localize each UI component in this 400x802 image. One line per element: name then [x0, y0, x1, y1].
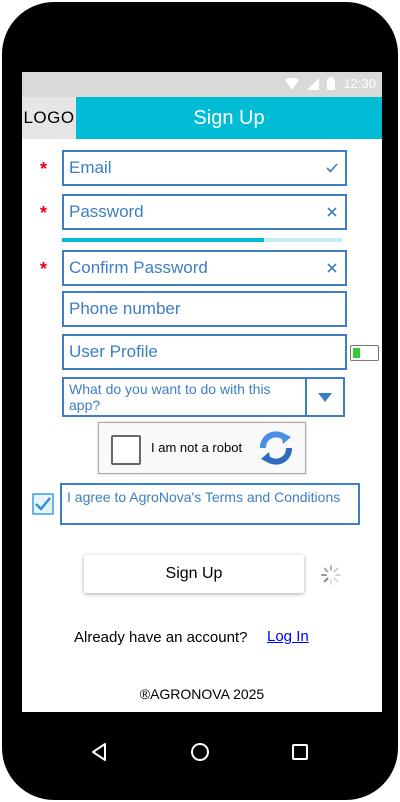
log-in-link[interactable]: Log In [267, 628, 309, 645]
phone-frame: 12:30 LOGO Sign Up * Email * Password * [2, 2, 398, 800]
password-placeholder: Password [69, 202, 144, 221]
user-profile-placeholder: User Profile [69, 342, 158, 361]
user-profile-toggle[interactable] [350, 345, 379, 361]
clear-icon[interactable] [319, 204, 345, 221]
checkbox-checked-icon [32, 493, 54, 515]
required-marker: * [40, 259, 48, 279]
email-placeholder: Email [69, 158, 112, 177]
email-field[interactable]: Email [62, 150, 347, 186]
status-bar: 12:30 [22, 72, 382, 97]
required-marker: * [40, 203, 48, 223]
password-strength-fill [62, 238, 264, 242]
app-bar: LOGO Sign Up [22, 97, 382, 139]
home-icon[interactable] [190, 742, 210, 762]
sign-up-button[interactable]: Sign Up [84, 555, 304, 593]
toggle-knob [353, 348, 360, 358]
confirm-password-placeholder: Confirm Password [69, 258, 208, 277]
terms-checkbox[interactable] [32, 493, 54, 515]
loading-spinner-icon [321, 565, 341, 585]
back-icon[interactable] [90, 742, 110, 762]
phone-placeholder: Phone number [69, 299, 181, 318]
signal-icon [307, 77, 320, 90]
user-profile-field[interactable]: User Profile [62, 334, 347, 370]
chevron-down-icon [318, 392, 332, 402]
purpose-select[interactable]: What do you want to do with this app? [62, 377, 345, 417]
dropdown-button[interactable] [305, 379, 343, 415]
phone-field[interactable]: Phone number [62, 291, 347, 327]
captcha-checkbox[interactable] [111, 435, 141, 465]
check-icon [319, 160, 345, 177]
captcha-widget: I am not a robot [98, 422, 306, 474]
captcha-label: I am not a robot [151, 440, 243, 455]
copyright-footer: ®AGRONOVA 2025 [139, 686, 265, 702]
clear-icon[interactable] [319, 260, 345, 277]
password-field[interactable]: Password [62, 194, 347, 230]
terms-label[interactable]: I agree to AgroNova's Terms and Conditio… [60, 483, 360, 525]
logo: LOGO [22, 97, 76, 139]
required-marker: * [40, 159, 48, 179]
status-time: 12:30 [343, 76, 376, 91]
password-strength-bar [62, 238, 342, 242]
confirm-password-field[interactable]: Confirm Password [62, 250, 347, 286]
purpose-select-placeholder: What do you want to do with this app? [69, 381, 271, 413]
recaptcha-icon [260, 431, 292, 465]
page-title: Sign Up [193, 106, 265, 129]
app-screen: 12:30 LOGO Sign Up * Email * Password * [22, 72, 382, 712]
recents-icon[interactable] [290, 742, 310, 762]
wifi-icon [285, 77, 300, 90]
login-prompt-text: Already have an account? [74, 629, 248, 646]
android-nav-bar [2, 724, 400, 780]
battery-icon [327, 77, 336, 90]
